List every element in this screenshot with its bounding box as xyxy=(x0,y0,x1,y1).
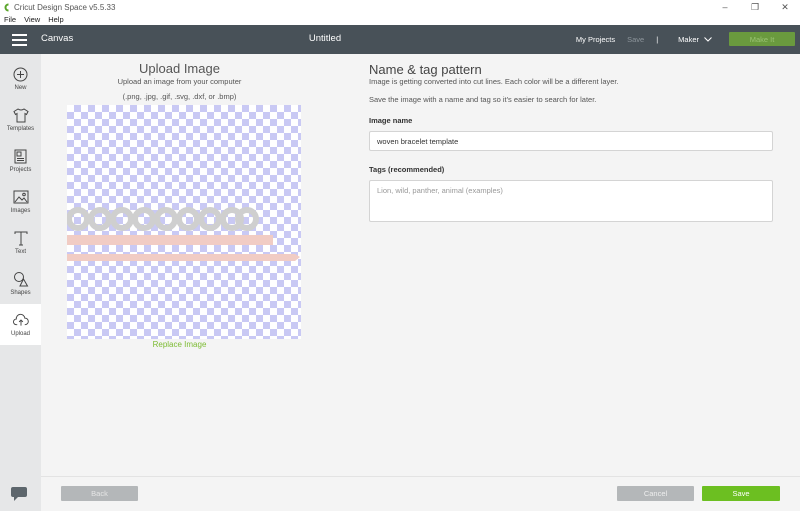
image-preview xyxy=(67,105,301,339)
tags-input[interactable] xyxy=(369,180,773,222)
minimize-button[interactable]: – xyxy=(710,0,740,14)
upload-formats: (.png, .jpg, .gif, .svg, .dxf, or .bmp) xyxy=(122,92,237,101)
menu-file[interactable]: File xyxy=(4,15,16,24)
sidebar-item-images[interactable]: Images xyxy=(0,181,41,222)
chat-icon[interactable] xyxy=(10,486,28,502)
sidebar-item-label: Templates xyxy=(6,126,35,132)
window-controls: – ❐ ✕ xyxy=(710,0,800,14)
chevron-down-icon xyxy=(704,36,712,42)
tshirt-icon xyxy=(12,107,29,123)
menu-bar: File View Help xyxy=(0,14,800,25)
menu-view[interactable]: View xyxy=(24,15,40,24)
make-it-button[interactable]: Make It xyxy=(729,32,795,46)
header-separator: | xyxy=(656,34,659,44)
image-icon xyxy=(13,189,29,205)
sidebar-item-label: Shapes xyxy=(10,290,31,296)
projects-icon xyxy=(13,148,29,164)
menu-help[interactable]: Help xyxy=(48,15,63,24)
sidebar-item-text[interactable]: Text xyxy=(0,222,41,263)
machine-selector[interactable]: Maker xyxy=(678,35,712,44)
tags-label: Tags (recommended) xyxy=(369,165,445,174)
sidebar-item-upload[interactable]: Upload xyxy=(0,304,41,345)
close-button[interactable]: ✕ xyxy=(770,0,800,14)
image-name-label: Image name xyxy=(369,116,413,125)
app-logo-icon xyxy=(4,3,9,11)
sidebar-item-label: New xyxy=(14,85,27,91)
tag-form-info-conversion: Image is getting converted into cut line… xyxy=(369,77,619,86)
sidebar-item-new[interactable]: New xyxy=(0,58,41,99)
sidebar-item-shapes[interactable]: Shapes xyxy=(0,263,41,304)
shapes-icon xyxy=(13,271,29,287)
sidebar-item-label: Projects xyxy=(9,167,32,173)
machine-label: Maker xyxy=(678,34,699,44)
plus-circle-icon xyxy=(13,66,29,82)
window-title: Cricut Design Space v5.5.33 xyxy=(14,2,116,12)
cloud-upload-icon xyxy=(12,312,29,328)
tag-form-title: Name & tag pattern xyxy=(369,62,482,77)
tag-form-info-save: Save the image with a name and tag so it… xyxy=(369,95,597,104)
save-button[interactable]: Save xyxy=(702,486,780,501)
maximize-button[interactable]: ❐ xyxy=(740,0,770,14)
header-actions: My Projects Save | Maker Make It xyxy=(576,31,795,47)
sidebar-item-label: Images xyxy=(10,208,31,214)
back-button[interactable]: Back xyxy=(61,486,138,501)
left-sidebar: New Templates Projects Images Text Shape… xyxy=(0,54,41,511)
sidebar-item-projects[interactable]: Projects xyxy=(0,140,41,181)
uploaded-image-graphic xyxy=(67,207,300,261)
upload-subtitle: Upload an image from your computer xyxy=(117,77,242,86)
project-title[interactable]: Untitled xyxy=(0,33,650,44)
upload-title: Upload Image xyxy=(139,61,220,76)
sidebar-item-label: Text xyxy=(14,249,26,255)
replace-image-link[interactable]: Replace Image xyxy=(41,340,318,349)
sidebar-item-templates[interactable]: Templates xyxy=(0,99,41,140)
sidebar-item-label: Upload xyxy=(10,331,30,337)
image-name-input[interactable] xyxy=(369,131,773,151)
title-bar: Cricut Design Space v5.5.33 – ❐ ✕ xyxy=(0,0,800,14)
header-save-link[interactable]: Save xyxy=(627,35,644,44)
main-content: Upload Image Upload an image from your c… xyxy=(41,54,800,476)
top-header: Canvas Untitled My Projects Save | Maker… xyxy=(0,25,800,54)
cancel-button[interactable]: Cancel xyxy=(617,486,694,501)
text-icon xyxy=(13,230,29,246)
my-projects-link[interactable]: My Projects xyxy=(576,35,615,44)
footer-bar: Back Cancel Save xyxy=(41,476,800,511)
